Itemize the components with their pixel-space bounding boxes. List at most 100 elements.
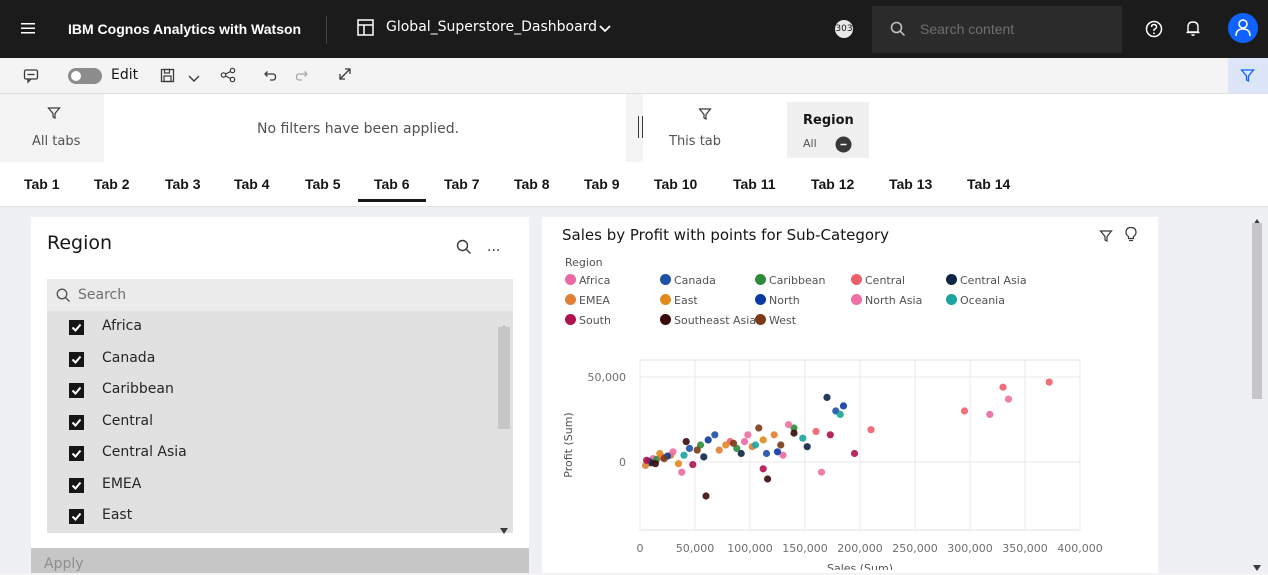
notification-badge[interactable]: 303 <box>835 20 853 38</box>
legend-item[interactable]: Canada <box>660 274 716 287</box>
legend-item[interactable]: South <box>565 314 611 327</box>
data-point[interactable] <box>777 441 785 449</box>
save-menu-chevron-icon[interactable] <box>188 70 200 89</box>
search-icon[interactable] <box>456 239 472 259</box>
checkbox-checked-icon[interactable] <box>69 414 84 430</box>
share-icon[interactable] <box>220 67 236 87</box>
expand-icon[interactable] <box>337 66 353 86</box>
scatter-plot[interactable]: 0 50,000 100,000 150,000 200,000 250,000 300,0… <box>542 340 1162 570</box>
list-item[interactable]: Caribbean <box>47 374 497 405</box>
data-point[interactable] <box>711 431 719 439</box>
legend-item[interactable]: West <box>755 314 796 327</box>
data-point[interactable] <box>812 427 820 435</box>
data-point[interactable] <box>764 475 772 483</box>
all-tabs-filter-dropzone[interactable]: No filters have been applied. <box>104 94 626 162</box>
scroll-thumb[interactable] <box>1252 223 1262 399</box>
data-point[interactable] <box>682 438 690 446</box>
data-point[interactable] <box>803 443 811 451</box>
data-point[interactable] <box>850 449 859 458</box>
data-point[interactable] <box>678 468 686 476</box>
data-point[interactable] <box>740 438 749 446</box>
edit-toggle[interactable] <box>68 68 102 84</box>
tab-11[interactable]: Tab 11 <box>733 176 776 192</box>
help-icon[interactable] <box>1145 20 1163 42</box>
tab-5[interactable]: Tab 5 <box>305 176 341 192</box>
data-point[interactable] <box>722 441 730 449</box>
comment-icon[interactable] <box>23 68 39 88</box>
search-input[interactable] <box>918 20 1112 38</box>
legend-item[interactable]: East <box>660 294 698 307</box>
data-point[interactable] <box>762 449 771 458</box>
legend-item[interactable]: Central Asia <box>946 274 1027 287</box>
chevron-down-icon[interactable] <box>598 21 612 40</box>
data-point[interactable] <box>744 431 752 439</box>
data-point[interactable] <box>651 460 659 468</box>
data-point[interactable] <box>702 492 710 500</box>
list-item[interactable]: Canada <box>47 343 497 374</box>
data-point[interactable] <box>790 429 798 437</box>
tab-3[interactable]: Tab 3 <box>165 176 201 192</box>
tab-9[interactable]: Tab 9 <box>584 176 620 192</box>
data-point[interactable] <box>715 446 723 454</box>
scroll-thumb[interactable] <box>498 327 510 429</box>
data-point[interactable] <box>704 436 712 444</box>
content-search[interactable] <box>872 6 1122 53</box>
legend-item[interactable]: Caribbean <box>755 274 825 287</box>
legend-item[interactable]: North <box>755 294 800 307</box>
tab-2[interactable]: Tab 2 <box>94 176 130 192</box>
dashboard-name[interactable]: Global_Superstore_Dashboard <box>386 19 597 35</box>
data-point[interactable] <box>689 460 697 469</box>
list-item[interactable]: Central Asia <box>47 437 497 468</box>
tab-12[interactable]: Tab 12 <box>811 176 854 192</box>
filter-panel-toggle[interactable] <box>1228 58 1268 93</box>
all-tabs-filter[interactable]: All tabs <box>0 94 104 162</box>
legend-item[interactable]: EMEA <box>565 294 610 307</box>
data-point[interactable] <box>839 402 848 410</box>
tab-14[interactable]: Tab 14 <box>967 176 1010 192</box>
legend-item[interactable]: Central <box>851 274 905 287</box>
remove-filter-icon[interactable] <box>835 136 852 157</box>
checkbox-checked-icon[interactable] <box>69 477 84 493</box>
save-icon[interactable] <box>160 68 175 87</box>
tab-13[interactable]: Tab 13 <box>889 176 932 192</box>
checkbox-checked-icon[interactable] <box>69 383 84 398</box>
checkbox-checked-icon[interactable] <box>69 446 84 461</box>
legend-item[interactable]: Southeast Asia <box>660 314 756 327</box>
data-point[interactable] <box>685 444 694 452</box>
tab-1[interactable]: Tab 1 <box>24 176 60 192</box>
list-scrollbar[interactable] <box>497 311 511 534</box>
data-point[interactable] <box>669 448 677 456</box>
data-point[interactable] <box>729 439 738 447</box>
data-point[interactable] <box>755 424 763 432</box>
checkbox-checked-icon[interactable] <box>69 320 84 335</box>
data-point[interactable] <box>986 410 994 418</box>
data-point[interactable] <box>674 460 683 468</box>
region-filter-chip[interactable]: Region All <box>787 102 869 158</box>
data-point[interactable] <box>960 407 969 415</box>
legend-item[interactable]: Africa <box>565 274 610 287</box>
data-point[interactable] <box>773 448 782 456</box>
data-point[interactable] <box>826 431 834 439</box>
data-point[interactable] <box>770 431 778 439</box>
more-options-icon[interactable]: ··· <box>487 243 500 259</box>
data-point[interactable] <box>1004 395 1013 403</box>
legend-item[interactable]: Oceania <box>946 294 1005 307</box>
list-item[interactable]: East <box>47 500 497 531</box>
tab-10[interactable]: Tab 10 <box>654 176 697 192</box>
this-tab-filter[interactable]: This tab Region All <box>643 94 1268 162</box>
data-point[interactable] <box>784 421 793 429</box>
checkbox-checked-icon[interactable] <box>69 351 84 367</box>
notifications-bell-icon[interactable] <box>1184 19 1202 41</box>
data-point[interactable] <box>759 465 767 473</box>
data-point[interactable] <box>799 434 807 442</box>
insight-lightbulb-icon[interactable] <box>1124 226 1138 246</box>
data-point[interactable] <box>999 383 1007 391</box>
list-item[interactable]: EMEA <box>47 469 497 500</box>
data-point[interactable] <box>643 456 651 464</box>
avatar[interactable] <box>1228 13 1258 43</box>
data-point[interactable] <box>737 449 745 458</box>
page-scrollbar[interactable] <box>1250 207 1268 573</box>
list-item[interactable]: Central <box>47 406 497 437</box>
menu-icon[interactable] <box>20 20 36 40</box>
data-point[interactable] <box>751 441 760 449</box>
